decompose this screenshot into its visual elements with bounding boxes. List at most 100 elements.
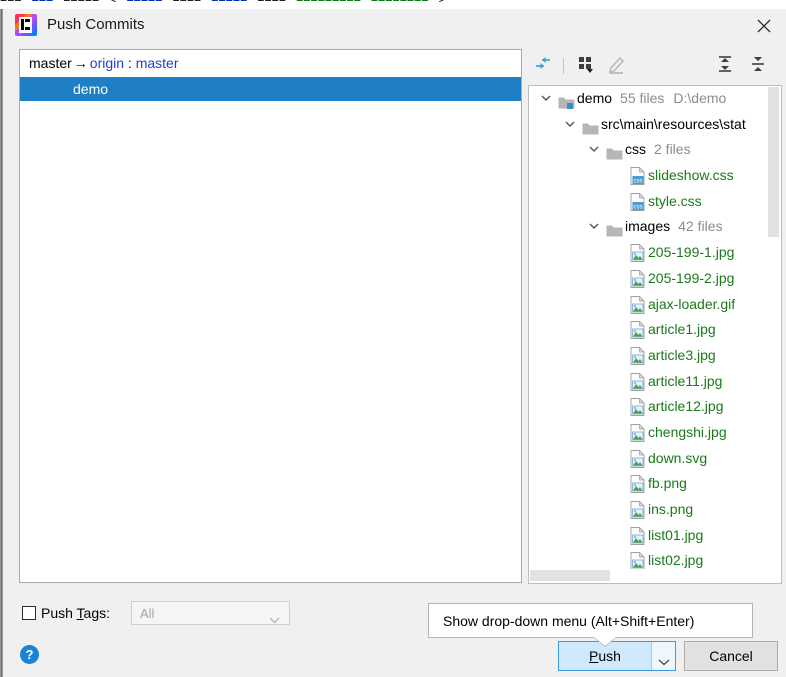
chevron-down-icon[interactable]: [563, 112, 577, 138]
chevron-down-icon[interactable]: [539, 86, 553, 112]
window-left-edge-inner: [1, 9, 2, 677]
commit-message: demo: [73, 81, 109, 97]
background-text-fragment: ===: [0, 0, 22, 7]
push-tags-label: Push Tags:: [41, 604, 110, 622]
background-text-fragment: >: [438, 0, 446, 7]
tree-horizontal-scrollbar-thumb[interactable]: [530, 570, 610, 581]
tree-row-label: article1.jpg: [648, 317, 716, 343]
background-editor-strip: === === ===== < ===== ==== ===== ==== ========= =…: [0, 0, 786, 9]
dialog-titlebar: Push Commits: [3, 9, 786, 42]
tree-row[interactable]: article1.jpg: [529, 317, 781, 343]
tree-row-name: slideshow.css: [648, 167, 734, 184]
arrow-glyph: →: [73, 55, 88, 71]
push-tags-label-post: ags:: [83, 605, 111, 621]
tree-row-file-count: 2 files: [654, 141, 691, 158]
push-tags-dropdown-value: All: [140, 606, 155, 621]
tree-row[interactable]: list01.jpg: [529, 523, 781, 549]
tree-row-label: demo 55 files D:\demo: [577, 86, 726, 112]
tree-row[interactable]: 205-199-2.jpg: [529, 266, 781, 292]
tree-row-name: ajax-loader.gif: [648, 295, 736, 312]
tree-row-name: ins.png: [648, 501, 694, 517]
chevron-down-icon: [269, 611, 280, 629]
push-tags-dropdown[interactable]: All: [131, 601, 290, 625]
commit-row-demo[interactable]: demo: [20, 77, 521, 101]
tree-row[interactable]: article3.jpg: [529, 343, 781, 369]
tooltip-arrow: [594, 637, 616, 646]
tree-row-label: article12.jpg: [648, 394, 724, 420]
tree-row-name: article11.jpg: [648, 372, 723, 389]
tree-row[interactable]: ins.png: [529, 497, 781, 523]
image-file-icon: [630, 346, 645, 365]
collapse-selection-icon[interactable]: [533, 53, 559, 78]
expand-all-icon[interactable]: [714, 53, 740, 78]
tree-row[interactable]: images 42 files: [529, 214, 781, 240]
branch-spec-row[interactable]: master → origin : master: [20, 50, 521, 77]
chevron-down-icon[interactable]: [587, 214, 601, 240]
tree-row[interactable]: css slideshow.css: [529, 163, 781, 189]
tree-row[interactable]: src\main\resources\stat: [529, 112, 781, 138]
tree-row[interactable]: demo 55 files D:\demo: [529, 86, 781, 112]
tree-row-label: list01.jpg: [648, 523, 703, 549]
tree-row-label: style.css: [648, 189, 702, 215]
tree-row-label: css 2 files: [625, 137, 691, 163]
tree-row-name: src\main\resources\stat: [601, 115, 746, 132]
group-by-icon[interactable]: [575, 53, 601, 78]
separator-glyph: :: [124, 55, 136, 71]
tree-row-label: slideshow.css: [648, 163, 734, 189]
tree-row-name: article3.jpg: [648, 346, 716, 363]
push-dropdown-button[interactable]: [651, 642, 675, 670]
tree-row-name: article12.jpg: [648, 398, 724, 415]
tree-row[interactable]: article12.jpg: [529, 394, 781, 420]
tree-row-label: fb.png: [648, 471, 687, 497]
intellij-idea-icon: [15, 14, 37, 36]
tree-row[interactable]: down.svg: [529, 446, 781, 472]
tree-row-name: demo: [577, 90, 613, 106]
tree-row-path: D:\demo: [673, 90, 727, 106]
tree-vertical-scrollbar-thumb[interactable]: [768, 87, 779, 237]
tree-row-file-count: 42 files: [678, 218, 723, 235]
tree-horizontal-scrollbar[interactable]: [530, 569, 780, 582]
push-split-button[interactable]: Push: [558, 641, 676, 671]
dialog-title: Push Commits: [47, 16, 145, 33]
changed-files-tree[interactable]: demo 55 files D:\demo src\main\resources\st…: [528, 85, 782, 584]
commit-list-panel[interactable]: master → origin : master demo: [19, 49, 522, 583]
tree-row-label: images 42 files: [625, 214, 723, 240]
tree-row-name: 205-199-1.jpg: [648, 244, 735, 261]
close-icon[interactable]: [747, 11, 781, 39]
chevron-down-icon[interactable]: [587, 137, 601, 163]
tree-row-name: down.svg: [648, 449, 708, 466]
target-branch[interactable]: master: [136, 55, 179, 71]
tree-row[interactable]: ajax-loader.gif: [529, 292, 781, 318]
collapse-all-icon[interactable]: [747, 53, 773, 78]
tree-row[interactable]: chengshi.jpg: [529, 420, 781, 446]
source-branch: master: [29, 55, 72, 71]
background-text-fragment: =========: [296, 0, 361, 7]
image-file-icon: [630, 295, 645, 314]
background-text-fragment: ====: [172, 0, 202, 7]
tree-row[interactable]: 205-199-1.jpg: [529, 240, 781, 266]
image-file-icon: [630, 474, 645, 494]
remote-name[interactable]: origin: [90, 55, 124, 71]
cancel-button[interactable]: Cancel: [684, 641, 778, 671]
tree-row-file-count: 55 files: [620, 90, 665, 106]
tree-row[interactable]: css style.css: [529, 189, 781, 215]
tree-row-label: ins.png: [648, 497, 693, 523]
folder-icon: [582, 118, 599, 135]
background-text-fragment: =====: [211, 0, 248, 7]
push-tags-checkbox[interactable]: [22, 606, 36, 620]
tree-row[interactable]: article11.jpg: [529, 369, 781, 395]
edit-source-icon: [606, 53, 632, 78]
tree-row[interactable]: fb.png: [529, 471, 781, 497]
tree-vertical-scrollbar[interactable]: [767, 87, 780, 582]
help-glyph: ?: [25, 647, 34, 662]
tree-row-name: list01.jpg: [648, 526, 704, 543]
tree-row-label: chengshi.jpg: [648, 420, 727, 446]
toolbar-separator: [563, 58, 564, 74]
tree-row-label: article11.jpg: [648, 369, 722, 395]
help-icon[interactable]: ?: [20, 645, 39, 664]
tree-row[interactable]: css 2 files: [529, 137, 781, 163]
push-mnemonic: P: [589, 648, 599, 664]
image-file-icon: [630, 500, 645, 519]
css-file-icon: css: [630, 166, 645, 186]
tree-row-name: css: [625, 141, 646, 158]
